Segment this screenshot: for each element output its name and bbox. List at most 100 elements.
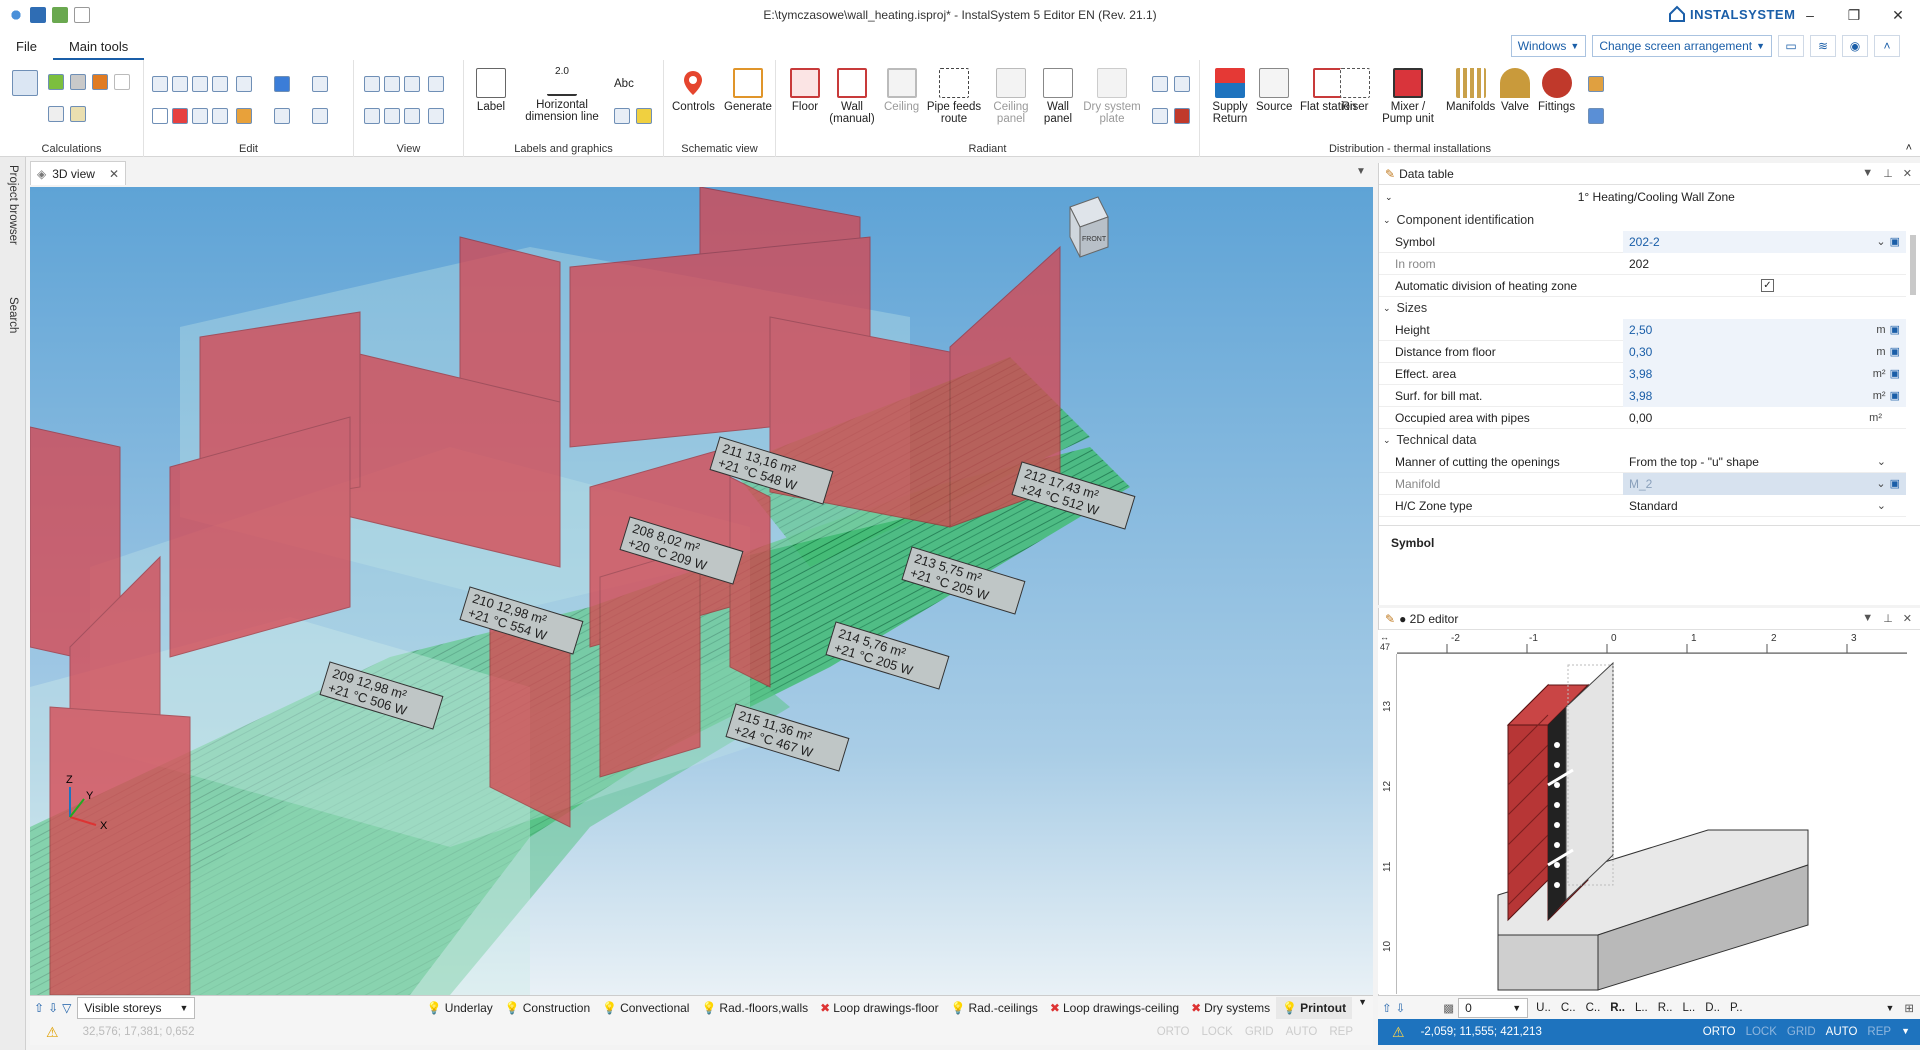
- valve-button[interactable]: Valve: [1500, 68, 1530, 113]
- chevron-down-icon[interactable]: ▼: [1352, 997, 1373, 1019]
- chevron-down-icon[interactable]: ⌄: [1877, 499, 1886, 512]
- editor-layer-tab[interactable]: R..: [1658, 1002, 1673, 1014]
- minimize-button[interactable]: –: [1788, 0, 1832, 30]
- drop-icon[interactable]: [114, 74, 130, 90]
- chevron-down-icon[interactable]: ▼: [1881, 1003, 1898, 1013]
- radiant-grid-icon[interactable]: [1174, 76, 1190, 92]
- project-browser-tab[interactable]: Project browser: [7, 165, 19, 245]
- floor-button[interactable]: Floor: [790, 68, 820, 113]
- edit-icon[interactable]: ▣: [1890, 389, 1900, 402]
- radiant-edit-icon[interactable]: [1152, 108, 1168, 124]
- wall-heating-zone[interactable]: [599, 546, 701, 778]
- layer-loop-drawings-floor[interactable]: ✖ Loop drawings-floor: [814, 997, 944, 1019]
- row-symbol[interactable]: Symbol 202-2 ⌄ ▣: [1379, 230, 1906, 253]
- arrow-down-icon[interactable]: ⇩: [1396, 1001, 1406, 1015]
- properties-icon[interactable]: [274, 76, 290, 92]
- screen-arrangement-dropdown[interactable]: Change screen arrangement ▼: [1592, 35, 1772, 57]
- generate-button[interactable]: Generate: [724, 68, 772, 113]
- arrow-up-icon[interactable]: ⇧: [1382, 1001, 1392, 1015]
- editor-layer-tab[interactable]: P..: [1730, 1002, 1743, 1014]
- zoom-out-icon[interactable]: [384, 76, 400, 92]
- pin-icon[interactable]: ⊥: [1883, 612, 1893, 625]
- menu-tab-main-tools[interactable]: Main tools: [52, 39, 145, 60]
- zoom-all-icon[interactable]: [364, 108, 380, 124]
- editor-layer-tab[interactable]: C..: [1586, 1002, 1601, 1014]
- warning-icon[interactable]: ⚠: [46, 1024, 59, 1041]
- group-icon[interactable]: [212, 108, 228, 124]
- editor-layer-tab[interactable]: C..: [1561, 1002, 1576, 1014]
- auto-division-checkbox[interactable]: ✓: [1623, 275, 1906, 297]
- orbit-icon[interactable]: [428, 108, 444, 124]
- editor-2d-canvas[interactable]: [1398, 655, 1906, 994]
- section-technical[interactable]: ⌄ Technical data: [1379, 429, 1906, 451]
- property-scrollbar[interactable]: [1908, 223, 1918, 533]
- chevron-down-icon[interactable]: ▼: [1862, 612, 1873, 625]
- close-button[interactable]: ✕: [1876, 0, 1920, 30]
- row-height[interactable]: Height 2,50 m ▣: [1379, 318, 1906, 341]
- zoom-prev-icon[interactable]: [404, 108, 420, 124]
- open-icon[interactable]: [52, 7, 68, 23]
- tab-3d-view[interactable]: ◈ 3D view ✕: [30, 161, 126, 185]
- search-tab[interactable]: Search: [7, 297, 19, 333]
- arrow-down-icon[interactable]: ⇩: [48, 1001, 58, 1015]
- manifolds-button[interactable]: Manifolds: [1446, 68, 1495, 113]
- 3d-scene[interactable]: 211 13,16 m²+21 °C 548 W 208 8,02 m²+20 …: [30, 187, 1373, 995]
- text-style-button[interactable]: Abc: [614, 78, 634, 90]
- wall-heating-zone[interactable]: [729, 476, 771, 688]
- calc-icon[interactable]: [48, 74, 64, 90]
- surface-bill-field[interactable]: 3,98 m² ▣: [1623, 384, 1906, 407]
- filter-icon[interactable]: ▽: [62, 1001, 71, 1015]
- row-occupied-area[interactable]: Occupied area with pipes 0,00 m²: [1379, 407, 1906, 429]
- zoom-in-icon[interactable]: [364, 76, 380, 92]
- edit-icon[interactable]: ▣: [1890, 323, 1900, 336]
- insert-icon[interactable]: [236, 76, 252, 92]
- supply-return-button[interactable]: Supply Return: [1208, 68, 1252, 125]
- chevron-down-icon[interactable]: ⌄: [1385, 192, 1393, 203]
- layer-rad-ceilings[interactable]: 💡 Rad.-ceilings: [945, 997, 1044, 1019]
- effective-area-field[interactable]: 3,98 m² ▣: [1623, 362, 1906, 385]
- distance-floor-field[interactable]: 0,30 m ▣: [1623, 340, 1906, 363]
- layer-convectional[interactable]: 💡 Convectional: [596, 997, 695, 1019]
- monitor-icon[interactable]: ▭: [1778, 35, 1804, 57]
- grid-settings-icon[interactable]: ⊞: [1898, 1001, 1920, 1015]
- mode-rep[interactable]: REP: [1867, 1026, 1891, 1038]
- undo-icon[interactable]: [192, 76, 208, 92]
- label-button[interactable]: Label: [476, 68, 506, 113]
- section-sizes[interactable]: ⌄ Sizes: [1379, 297, 1906, 319]
- mixer-pump-button[interactable]: Mixer / Pump unit: [1378, 68, 1438, 125]
- redo-icon[interactable]: [192, 108, 208, 124]
- pipe-feeds-button[interactable]: Pipe feeds route: [926, 68, 982, 125]
- edit-icon[interactable]: ▣: [1890, 367, 1900, 380]
- 3d-viewport[interactable]: 211 13,16 m²+21 °C 548 W 208 8,02 m²+20 …: [30, 187, 1373, 995]
- heat-icon[interactable]: [92, 74, 108, 90]
- controls-button[interactable]: Controls: [672, 68, 715, 113]
- restore-button[interactable]: ❐: [1832, 0, 1876, 30]
- dry-system-button[interactable]: Dry system plate: [1082, 68, 1142, 125]
- chevron-down-icon[interactable]: ⌄: [1876, 477, 1885, 490]
- layers-icon[interactable]: ≋: [1810, 35, 1836, 57]
- pan-icon[interactable]: [384, 108, 400, 124]
- schedule-icon[interactable]: [1588, 108, 1604, 124]
- mode-grid[interactable]: GRID: [1245, 1026, 1274, 1038]
- layer-printout[interactable]: 💡 Printout: [1276, 996, 1353, 1019]
- wall-manual-button[interactable]: Wall (manual): [828, 68, 876, 125]
- delete-icon[interactable]: [172, 108, 188, 124]
- row-cutting-openings[interactable]: Manner of cutting the openings From the …: [1379, 451, 1906, 473]
- export-icon[interactable]: [70, 106, 86, 122]
- row-auto-division[interactable]: Automatic division of heating zone ✓: [1379, 275, 1906, 297]
- mode-grid[interactable]: GRID: [1787, 1026, 1816, 1038]
- collapse-ribbon-icon[interactable]: ˄: [1874, 35, 1900, 57]
- tab-list-chevron-icon[interactable]: ▼: [1356, 166, 1366, 177]
- riser-button[interactable]: Riser: [1340, 68, 1370, 113]
- help-icon[interactable]: ◉: [1842, 35, 1868, 57]
- layer-dry-systems[interactable]: ✖ Dry systems: [1185, 997, 1276, 1019]
- zone-type-dropdown[interactable]: Standard ⌄: [1623, 495, 1906, 517]
- editor-layer-tab[interactable]: L..: [1682, 1002, 1695, 1014]
- layer-icon[interactable]: ▩: [1443, 1001, 1454, 1015]
- chevron-down-icon[interactable]: ⌄: [1876, 235, 1885, 248]
- mode-lock[interactable]: LOCK: [1202, 1026, 1233, 1038]
- chevron-down-icon[interactable]: ▼: [1901, 1026, 1910, 1038]
- wall-heating-zone[interactable]: [49, 706, 191, 995]
- source-button[interactable]: Source: [1256, 68, 1292, 113]
- move-icon[interactable]: [236, 108, 252, 124]
